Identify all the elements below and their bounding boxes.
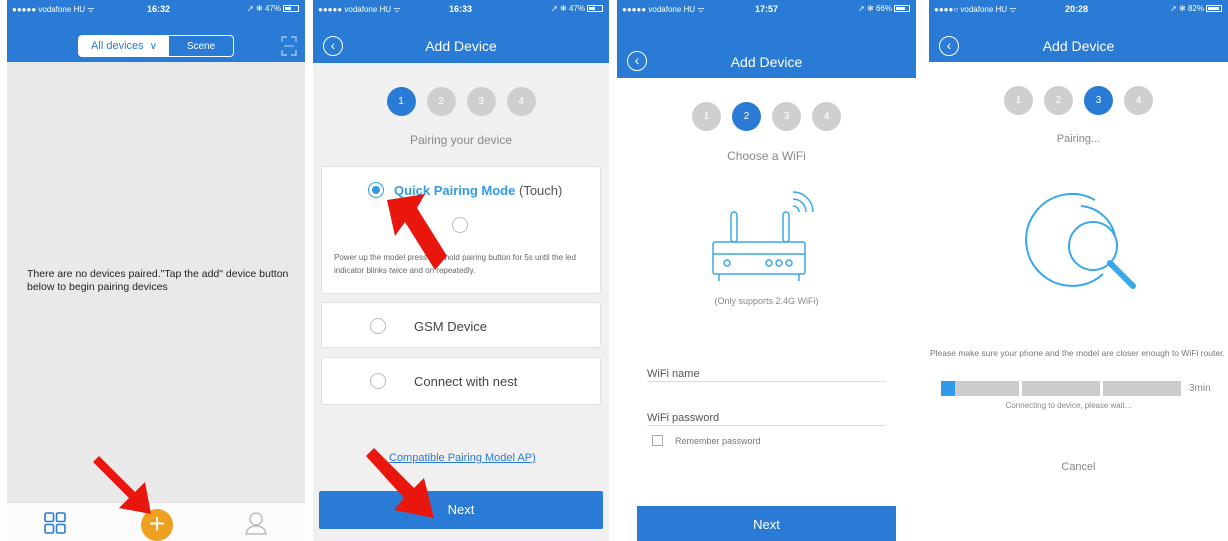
step-3: 3 [1084, 86, 1113, 115]
wifi-name-label: WiFi name [647, 368, 700, 380]
nest-label: Connect with nest [414, 374, 518, 389]
page-title: Add Device [425, 38, 497, 54]
step-2: 2 [732, 102, 761, 131]
battery-icon [587, 5, 603, 13]
remember-password-checkbox[interactable] [652, 435, 663, 446]
red-arrow-icon [387, 194, 447, 270]
progress-segment [941, 381, 1019, 396]
battery-icon [1206, 5, 1222, 13]
battery-text: ➚ ✻ 47% [551, 4, 585, 13]
step-2: 2 [426, 87, 456, 116]
wifi-name-input[interactable] [647, 381, 886, 382]
battery-status: ➚ ✻ 47% [247, 4, 299, 13]
status-bar: ●●●●● vodafone HU ᯤ 16:33 ➚ ✻ 47% [313, 0, 609, 18]
scan-icon[interactable] [281, 36, 297, 56]
progress-segment [1022, 381, 1100, 396]
screen-pairing-mode: ●●●●● vodafone HU ᯤ 16:33 ➚ ✻ 47% ‹ Add … [313, 0, 609, 541]
connecting-status: Connecting to device, please wait... [1005, 401, 1132, 410]
quick-pairing-description: Power up the model press and hold pairin… [334, 253, 576, 275]
step-1: 1 [1004, 86, 1033, 115]
gsm-label: GSM Device [414, 319, 487, 334]
screen-choose-wifi: ●●●●● vodafone HU ᯤ 17:57 ➚ ✻ 66% ‹ Add … [617, 0, 916, 541]
screen-device-list: ●●●●● vodafone HU ᯤ 16:32 ➚ ✻ 47% All de… [7, 0, 305, 541]
step-indicator: 1 2 3 4 [617, 102, 916, 131]
page-title: Add Device [730, 54, 803, 70]
battery-status: ➚ ✻ 47% [551, 4, 603, 13]
step-subtitle: Choose a WiFi [727, 149, 806, 163]
progress-fill [941, 381, 956, 396]
wifi-password-label: WiFi password [647, 412, 720, 424]
red-arrow-icon [366, 448, 434, 518]
scene-tab[interactable]: Scene [169, 36, 233, 56]
time-remaining: 3min [1189, 383, 1211, 394]
nest-option[interactable]: Connect with nest [321, 357, 601, 405]
profile-icon[interactable] [245, 511, 267, 540]
next-button[interactable]: Next [637, 506, 896, 541]
battery-status: ➚ ✻ 82% [1170, 4, 1222, 13]
nest-radio[interactable] [370, 373, 386, 389]
all-devices-label: All devices [91, 40, 144, 52]
wifi-router-icon [712, 191, 814, 281]
segment-control: All devices ∨ Scene [78, 35, 234, 57]
pairing-progress-bar [941, 381, 1181, 396]
step-subtitle: Pairing... [1056, 133, 1101, 145]
clock: 17:57 [755, 4, 779, 14]
status-bar: ●●●●● vodafone HU ᯤ 17:57 ➚ ✻ 66% [617, 0, 916, 18]
all-devices-tab[interactable]: All devices ∨ [79, 36, 169, 56]
carrier-text: ●●●●● vodafone HU ᯤ [12, 5, 95, 14]
step-3: 3 [772, 102, 801, 131]
quick-pairing-suffix: (Touch) [518, 183, 563, 198]
step-indicator: 1 2 3 4 [929, 86, 1228, 115]
chevron-down-icon: ∨ [149, 40, 157, 52]
step-4: 4 [1124, 86, 1153, 115]
progress-segment [1103, 381, 1181, 396]
quick-pairing-radio[interactable] [368, 182, 384, 198]
clock: 16:33 [449, 4, 473, 14]
step-1: 1 [692, 102, 721, 131]
gsm-radio[interactable] [370, 318, 386, 334]
clock: 16:32 [147, 4, 171, 14]
secondary-radio[interactable] [452, 217, 468, 233]
red-arrow-icon [93, 456, 151, 514]
battery-icon [283, 5, 299, 13]
battery-status: ➚ ✻ 66% [858, 4, 910, 13]
clock: 20:28 [1065, 4, 1089, 14]
remember-password-label: Remember password [675, 436, 761, 446]
step-subtitle: Pairing your device [409, 133, 513, 147]
step-2: 2 [1044, 86, 1073, 115]
step-1: 1 [386, 87, 416, 116]
pairing-hint: Please make sure your phone and the mode… [930, 348, 1225, 358]
page-title: Add Device [1042, 38, 1115, 54]
wifi-password-input[interactable] [647, 425, 886, 426]
battery-icon [894, 5, 910, 13]
step-3: 3 [466, 87, 496, 116]
step-indicator: 1 2 3 4 [313, 87, 609, 116]
status-bar: ●●●●○ vodafone HU ᯤ 20:28 ➚ ✻ 82% [929, 0, 1228, 18]
gsm-device-option[interactable]: GSM Device [321, 302, 601, 348]
carrier-text: ●●●●● vodafone HU ᯤ [622, 5, 705, 14]
step-4: 4 [812, 102, 841, 131]
wifi-support-note: (Only supports 2.4G WiFi) [714, 296, 819, 306]
search-icon [1025, 192, 1136, 289]
battery-text: ➚ ✻ 66% [858, 4, 892, 13]
scene-label: Scene [186, 40, 216, 52]
step-4: 4 [506, 87, 536, 116]
quick-pairing-option[interactable]: Quick Pairing Mode (Touch) Power up the … [321, 166, 601, 294]
status-bar: ●●●●● vodafone HU ᯤ 16:32 ➚ ✻ 47% [7, 0, 305, 18]
screen-pairing-progress: ●●●●○ vodafone HU ᯤ 20:28 ➚ ✻ 82% ‹ Add … [929, 0, 1228, 541]
carrier-text: ●●●●○ vodafone HU ᯤ [934, 5, 1017, 14]
cancel-button[interactable]: Cancel [929, 461, 1228, 473]
battery-text: ➚ ✻ 82% [1170, 4, 1204, 13]
empty-message: There are no devices paired."Tap the add… [27, 268, 289, 293]
carrier-text: ●●●●● vodafone HU ᯤ [318, 5, 401, 14]
battery-text: ➚ ✻ 47% [247, 4, 281, 13]
devices-grid-icon[interactable] [44, 512, 66, 539]
